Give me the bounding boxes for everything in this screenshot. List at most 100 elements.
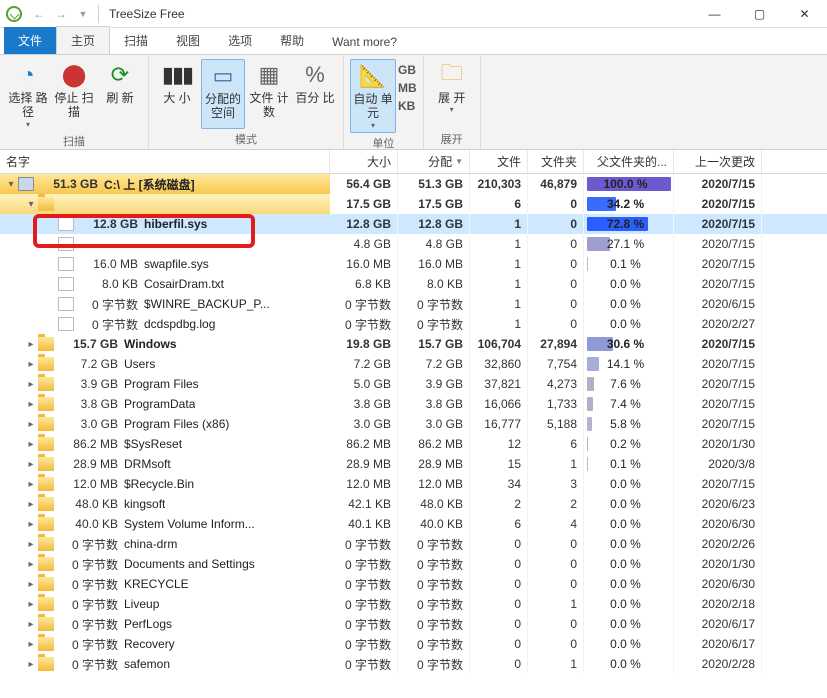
tree-row[interactable]: ▾17.5 GB17.5 GB6034.2 %2020/7/15 [0, 194, 827, 214]
tree-row[interactable]: ▸48.0 KBkingsoft42.1 KB48.0 KB220.0 %202… [0, 494, 827, 514]
stop-scan-button[interactable]: ⬤停止 扫描 [52, 59, 96, 131]
tree-row[interactable]: ▸3.9 GBProgram Files5.0 GB3.9 GB37,8214,… [0, 374, 827, 394]
minimize-button[interactable]: — [692, 0, 737, 28]
name-cell[interactable]: ▸86.2 MB$SysReset [0, 434, 330, 454]
auto-unit-button[interactable]: 📐自动 单元▾ [350, 59, 396, 133]
name-cell[interactable]: 8.0 KBCosairDram.txt [0, 274, 330, 294]
expand-toggle[interactable]: ▸ [24, 379, 38, 390]
tree-row[interactable]: ▸0 字节数safemon0 字节数0 字节数010.0 %2020/2/28 [0, 654, 827, 674]
tree-row[interactable]: ▸86.2 MB$SysReset86.2 MB86.2 MB1260.2 %2… [0, 434, 827, 454]
mode-count-button[interactable]: ▦文件 计数 [247, 59, 291, 129]
expand-toggle[interactable]: ▾ [4, 179, 18, 190]
tree-row[interactable]: ▸3.0 GBProgram Files (x86)3.0 GB3.0 GB16… [0, 414, 827, 434]
name-cell[interactable]: ▸0 字节数Liveup [0, 594, 330, 614]
unit-gb[interactable]: GB [398, 63, 417, 77]
name-cell[interactable] [0, 234, 330, 254]
mode-pct-button[interactable]: %百分 比 [293, 59, 337, 129]
tab-view[interactable]: 视图 [162, 27, 214, 54]
expand-toggle[interactable]: ▸ [24, 439, 38, 450]
name-cell[interactable]: ▸3.9 GBProgram Files [0, 374, 330, 394]
unit-mb[interactable]: MB [398, 81, 417, 95]
name-cell[interactable]: ▸0 字节数china-drm [0, 534, 330, 554]
tree-row[interactable]: ▸40.0 KBSystem Volume Inform...40.1 KB40… [0, 514, 827, 534]
tree-row[interactable]: 16.0 MBswapfile.sys16.0 MB16.0 MB100.1 %… [0, 254, 827, 274]
select-path-button[interactable]: ◔选择 路径▾ [6, 59, 50, 131]
tab-file[interactable]: 文件 [4, 27, 56, 54]
nav-dropdown-button[interactable]: ▼ [72, 3, 94, 25]
col-dirs[interactable]: 文件夹 [528, 150, 584, 173]
col-alloc[interactable]: 分配▼ [398, 150, 470, 173]
expand-toggle[interactable]: ▸ [24, 339, 38, 350]
expand-toggle[interactable]: ▸ [24, 359, 38, 370]
col-name[interactable]: 名字 [0, 150, 330, 173]
tree-row[interactable]: 4.8 GB4.8 GB1027.1 %2020/7/15 [0, 234, 827, 254]
tree-row[interactable]: ▸0 字节数Documents and Settings0 字节数0 字节数00… [0, 554, 827, 574]
refresh-button[interactable]: ⟳刷 新 [98, 59, 142, 131]
unit-kb[interactable]: KB [398, 99, 417, 113]
name-cell[interactable]: ▾ [0, 194, 330, 214]
col-files[interactable]: 文件 [470, 150, 528, 173]
tree-row[interactable]: ▾51.3 GBC:\ 上 [系统磁盘]56.4 GB51.3 GB210,30… [0, 174, 827, 194]
tree-row[interactable]: ▸7.2 GBUsers7.2 GB7.2 GB32,8607,75414.1 … [0, 354, 827, 374]
col-date[interactable]: 上一次更改 [674, 150, 762, 173]
tab-options[interactable]: 选项 [214, 27, 266, 54]
tree-row[interactable]: 0 字节数$WINRE_BACKUP_P...0 字节数0 字节数100.0 %… [0, 294, 827, 314]
tree-row[interactable]: 0 字节数dcdspdbg.log0 字节数0 字节数100.0 %2020/2… [0, 314, 827, 334]
name-cell[interactable]: ▸0 字节数Documents and Settings [0, 554, 330, 574]
name-cell[interactable]: 0 字节数dcdspdbg.log [0, 314, 330, 334]
tree-row[interactable]: 8.0 KBCosairDram.txt6.8 KB8.0 KB100.0 %2… [0, 274, 827, 294]
tree-row[interactable]: ▸28.9 MBDRMsoft28.9 MB28.9 MB1510.1 %202… [0, 454, 827, 474]
name-cell[interactable]: 16.0 MBswapfile.sys [0, 254, 330, 274]
tab-scan[interactable]: 扫描 [110, 27, 162, 54]
expand-toggle[interactable]: ▸ [24, 479, 38, 490]
col-pct[interactable]: 父文件夹的... [584, 150, 674, 173]
tree-row[interactable]: ▸0 字节数Liveup0 字节数0 字节数010.0 %2020/2/18 [0, 594, 827, 614]
name-cell[interactable]: ▸28.9 MBDRMsoft [0, 454, 330, 474]
nav-forward-button[interactable]: → [50, 3, 72, 25]
expand-toggle[interactable]: ▸ [24, 399, 38, 410]
expand-toggle[interactable]: ▸ [24, 419, 38, 430]
name-cell[interactable]: ▸15.7 GBWindows [0, 334, 330, 354]
name-cell[interactable]: ▸0 字节数PerfLogs [0, 614, 330, 634]
expand-button[interactable]: 🗀展 开▾ [430, 59, 474, 129]
tree-row[interactable]: ▸12.0 MB$Recycle.Bin12.0 MB12.0 MB3430.0… [0, 474, 827, 494]
name-cell[interactable]: ▸0 字节数KRECYCLE [0, 574, 330, 594]
name-cell[interactable]: ▸40.0 KBSystem Volume Inform... [0, 514, 330, 534]
nav-back-button[interactable]: ← [28, 3, 50, 25]
tree-row[interactable]: 12.8 GBhiberfil.sys12.8 GB12.8 GB1072.8 … [0, 214, 827, 234]
expand-toggle[interactable]: ▸ [24, 519, 38, 530]
close-button[interactable]: ✕ [782, 0, 827, 28]
expand-toggle[interactable]: ▸ [24, 499, 38, 510]
name-cell[interactable]: ▸48.0 KBkingsoft [0, 494, 330, 514]
tab-home[interactable]: 主页 [56, 26, 110, 54]
expand-toggle[interactable]: ▸ [24, 599, 38, 610]
tree-row[interactable]: ▸0 字节数PerfLogs0 字节数0 字节数000.0 %2020/6/17 [0, 614, 827, 634]
tab-want-more[interactable]: Want more? [318, 30, 411, 54]
col-size[interactable]: 大小 [330, 150, 398, 173]
expand-toggle[interactable]: ▸ [24, 639, 38, 650]
expand-toggle[interactable]: ▸ [24, 579, 38, 590]
tree-row[interactable]: ▸0 字节数Recovery0 字节数0 字节数000.0 %2020/6/17 [0, 634, 827, 654]
tab-help[interactable]: 帮助 [266, 27, 318, 54]
expand-toggle[interactable]: ▸ [24, 459, 38, 470]
expand-toggle[interactable]: ▸ [24, 619, 38, 630]
name-cell[interactable]: ▸3.8 GBProgramData [0, 394, 330, 414]
name-cell[interactable]: ▸3.0 GBProgram Files (x86) [0, 414, 330, 434]
tree-row[interactable]: ▸0 字节数KRECYCLE0 字节数0 字节数000.0 %2020/6/30 [0, 574, 827, 594]
tree-row[interactable]: ▸15.7 GBWindows19.8 GB15.7 GB106,70427,8… [0, 334, 827, 354]
tree-row[interactable]: ▸3.8 GBProgramData3.8 GB3.8 GB16,0661,73… [0, 394, 827, 414]
tree-row[interactable]: ▸0 字节数china-drm0 字节数0 字节数000.0 %2020/2/2… [0, 534, 827, 554]
name-cell[interactable]: 0 字节数$WINRE_BACKUP_P... [0, 294, 330, 314]
mode-alloc-button[interactable]: ▭分配的 空间 [201, 59, 245, 129]
expand-toggle[interactable]: ▾ [24, 199, 38, 210]
expand-toggle[interactable]: ▸ [24, 559, 38, 570]
expand-toggle[interactable]: ▸ [24, 539, 38, 550]
name-cell[interactable]: ▾51.3 GBC:\ 上 [系统磁盘] [0, 174, 330, 194]
maximize-button[interactable]: ▢ [737, 0, 782, 28]
name-cell[interactable]: ▸0 字节数Recovery [0, 634, 330, 654]
tree-view[interactable]: ▾51.3 GBC:\ 上 [系统磁盘]56.4 GB51.3 GB210,30… [0, 174, 827, 698]
expand-toggle[interactable]: ▸ [24, 659, 38, 670]
name-cell[interactable]: 12.8 GBhiberfil.sys [0, 214, 330, 234]
mode-size-button[interactable]: ▮▮▮大 小 [155, 59, 199, 129]
name-cell[interactable]: ▸12.0 MB$Recycle.Bin [0, 474, 330, 494]
